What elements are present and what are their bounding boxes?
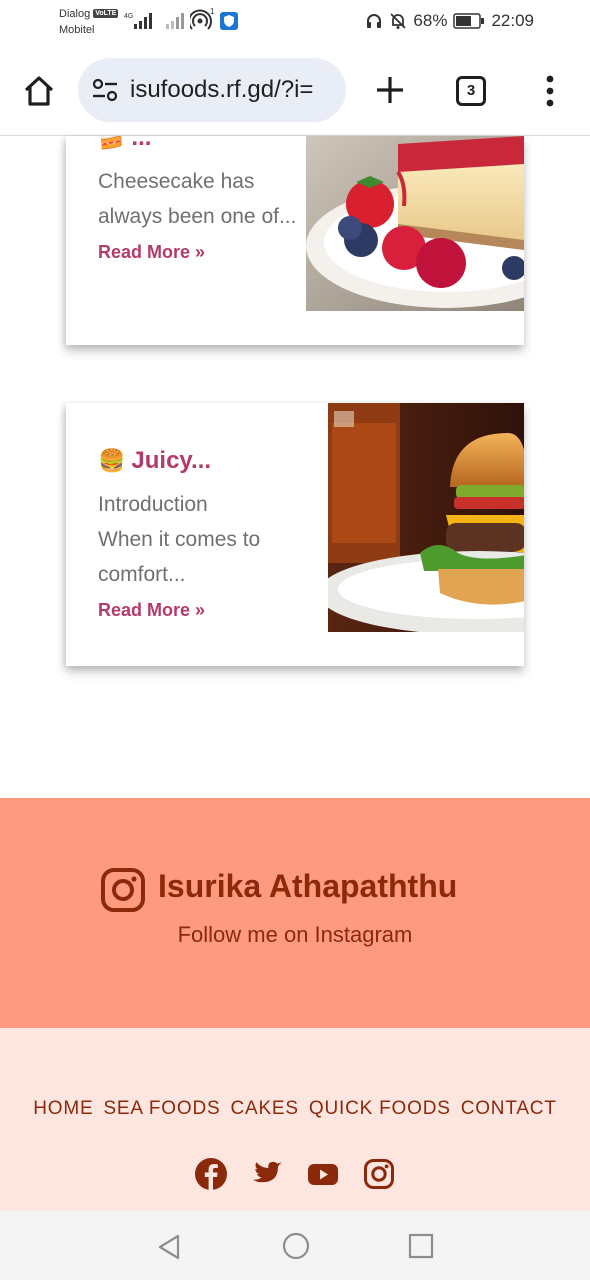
footer-link-sea-foods[interactable]: SEA FOODS: [103, 1098, 220, 1120]
hotspot-icon: 1: [190, 8, 215, 30]
instagram-name[interactable]: Isurika Athapaththu: [158, 868, 457, 905]
instagram-icon[interactable]: [100, 867, 146, 913]
post-card-text: 🍔 Juicy... Introduction When it comes to …: [98, 447, 298, 621]
burger-emoji: 🍔: [98, 448, 126, 473]
read-more-link[interactable]: Read More »: [98, 242, 205, 263]
bell-muted-icon: [390, 13, 407, 29]
cellular-signal-2-icon: [166, 13, 184, 29]
more-menu-icon[interactable]: [542, 74, 558, 108]
youtube-icon[interactable]: [307, 1158, 339, 1190]
home-circle-icon[interactable]: [282, 1232, 310, 1260]
home-icon[interactable]: [22, 74, 56, 108]
footer-nav: HOME SEA FOODS CAKES QUICK FOODS CONTACT: [0, 1098, 590, 1120]
cellular-signal-icon: 4G: [124, 13, 152, 29]
instagram-banner: Isurika Athapaththu Follow me on Instagr…: [0, 798, 590, 1028]
hotspot-count: 1: [210, 8, 215, 16]
facebook-icon[interactable]: [195, 1158, 227, 1190]
post-title[interactable]: 🍔 Juicy...: [98, 447, 298, 475]
network-type: 4G: [124, 13, 133, 20]
battery-icon: [453, 13, 485, 29]
recent-apps-icon[interactable]: [408, 1233, 434, 1259]
post-title[interactable]: 🍰...: [98, 136, 298, 152]
headphones-icon: [367, 14, 382, 28]
instagram-follow-text[interactable]: Follow me on Instagram: [0, 922, 590, 948]
site-footer: HOME SEA FOODS CAKES QUICK FOODS CONTACT: [0, 1028, 590, 1211]
status-bar: Dialog VoLTE Mobitel 4G 1 68% 22:09: [0, 0, 590, 44]
android-nav-bar: [0, 1211, 590, 1280]
address-bar[interactable]: isufoods.rf.gd/?i=: [78, 58, 346, 122]
shield-app-icon: [220, 12, 238, 30]
site-settings-icon[interactable]: [92, 79, 118, 101]
cake-emoji: 🍰: [98, 136, 126, 150]
burger-image[interactable]: [328, 403, 524, 632]
footer-link-contact[interactable]: CONTACT: [461, 1098, 557, 1120]
footer-link-quick-foods[interactable]: QUICK FOODS: [309, 1098, 451, 1120]
read-more-link[interactable]: Read More »: [98, 600, 205, 621]
back-icon[interactable]: [156, 1233, 182, 1261]
post-card[interactable]: 🍰... Cheesecake has always been one of..…: [66, 136, 524, 345]
carrier-name-2: Mobitel: [59, 24, 95, 36]
post-excerpt: Introduction When it comes to comfort...: [98, 493, 261, 586]
post-card[interactable]: 🍔 Juicy... Introduction When it comes to …: [66, 403, 524, 666]
post-title-text[interactable]: Juicy...: [131, 447, 211, 474]
carrier-info: Dialog VoLTE Mobitel: [59, 6, 119, 38]
post-title-text[interactable]: ...: [131, 136, 151, 151]
url-text[interactable]: isufoods.rf.gd/?i=: [130, 76, 340, 104]
twitter-icon[interactable]: [251, 1158, 283, 1190]
status-right: 68% 22:09: [365, 11, 534, 31]
new-tab-icon[interactable]: [374, 74, 406, 106]
post-card-text: 🍰... Cheesecake has always been one of..…: [98, 136, 298, 263]
instagram-icon[interactable]: [363, 1158, 395, 1190]
volte-badge: VoLTE: [93, 9, 119, 18]
cheesecake-image[interactable]: [306, 136, 524, 311]
post-excerpt: Cheesecake has always been one of...: [98, 170, 297, 228]
battery-percent: 68%: [413, 11, 448, 30]
browser-toolbar: isufoods.rf.gd/?i= 3: [0, 44, 590, 136]
footer-social: [0, 1158, 590, 1190]
carrier-name-1: Dialog: [59, 8, 91, 20]
clock: 22:09: [491, 11, 534, 30]
footer-link-cakes[interactable]: CAKES: [230, 1098, 298, 1120]
footer-link-home[interactable]: HOME: [33, 1098, 93, 1120]
tab-switcher-button[interactable]: 3: [456, 76, 486, 106]
